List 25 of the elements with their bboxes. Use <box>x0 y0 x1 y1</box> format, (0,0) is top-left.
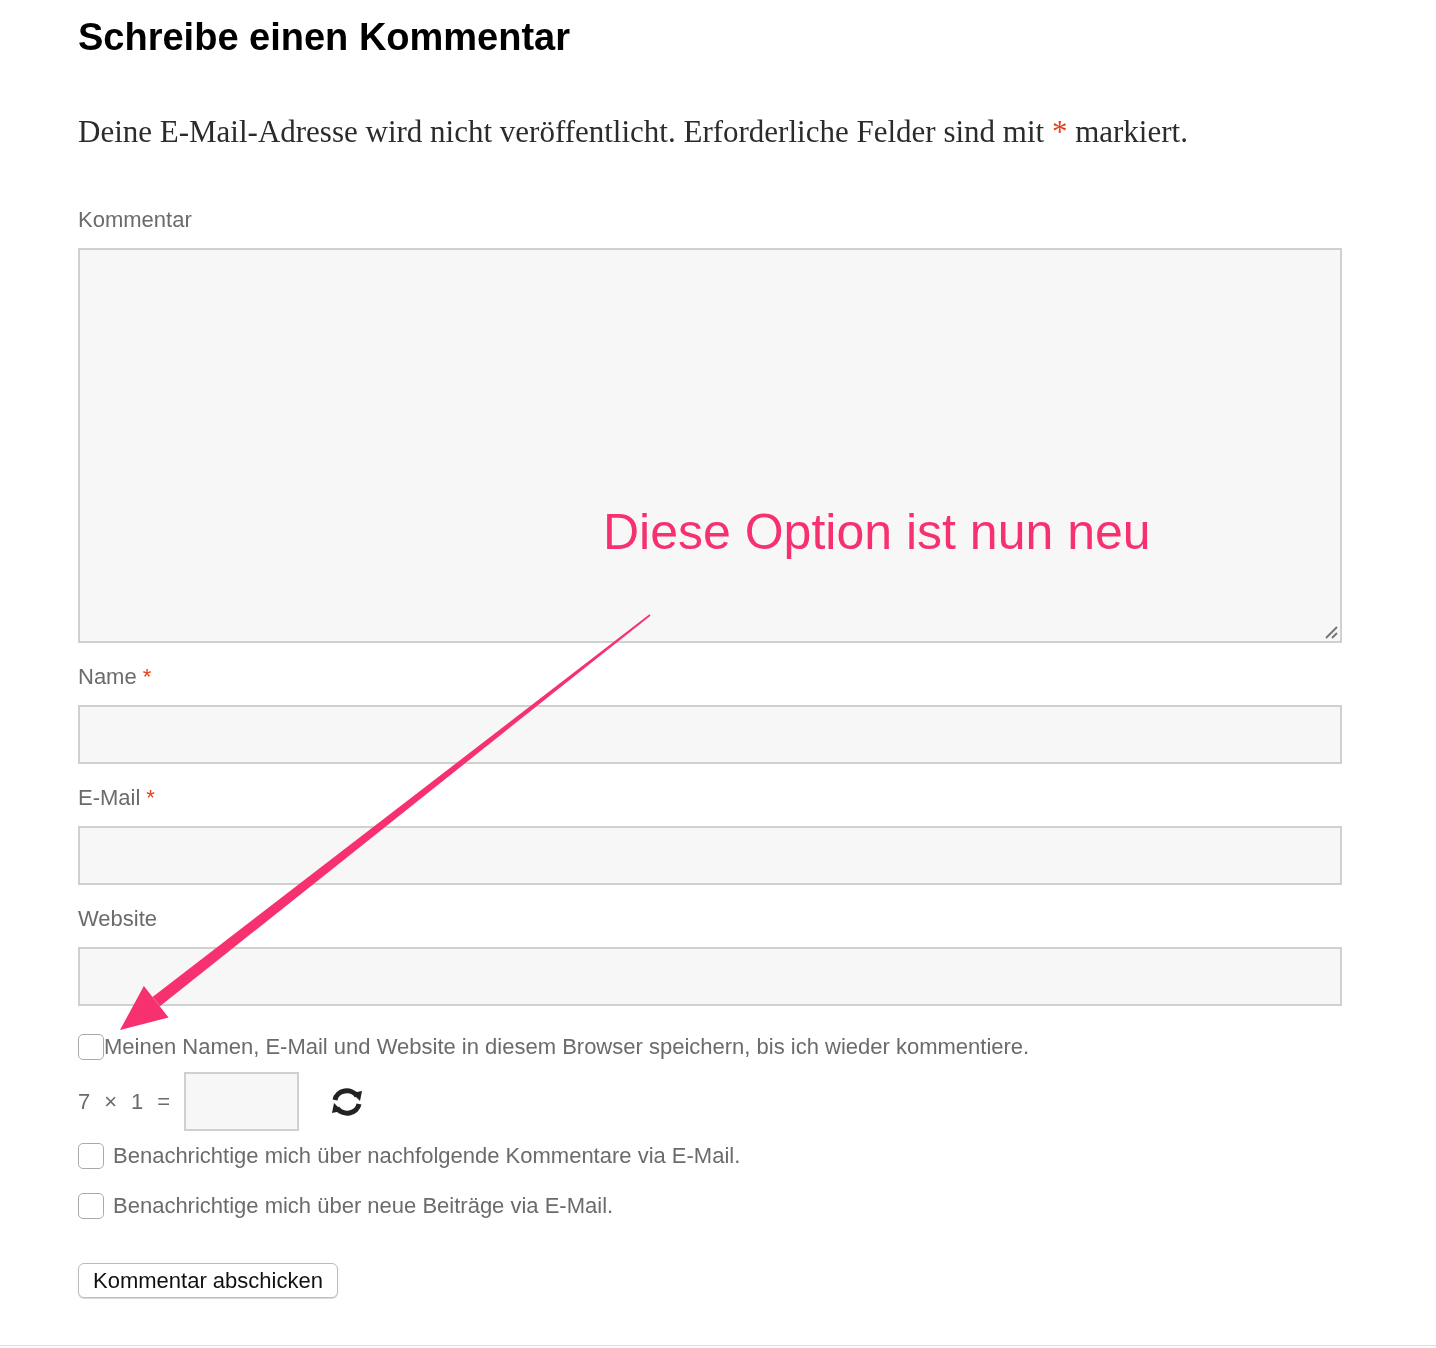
field-label: Kommentar <box>78 206 192 234</box>
checkbox[interactable] <box>78 1193 104 1219</box>
checkbox-label: Benachrichtige mich über neue Beiträge via E-Mail. <box>113 1193 614 1219</box>
field-label: E-Mail <box>78 784 141 812</box>
required-marker: * <box>146 784 155 812</box>
field-label: Website <box>78 905 158 933</box>
checkbox-label: Meinen Namen, E-Mail und Website in diesem Browser speichern, bis ich wieder kommentiere. <box>104 1034 1030 1060</box>
intro-text: Deine E-Mail-Adresse wird nicht veröffentlicht. Erforderliche Felder sind mit * markiert. <box>78 113 1189 151</box>
required-marker: * <box>142 663 152 691</box>
captcha-text: 7 <box>78 1088 91 1115</box>
resize-handle-icon[interactable] <box>1324 625 1338 639</box>
section-heading: Schreibe einen Kommentar <box>78 15 572 60</box>
input-field[interactable] <box>78 947 1342 1006</box>
captcha-input[interactable] <box>184 1072 300 1131</box>
checkbox-label: Benachrichtige mich über nachfolgende Kommentare via E-Mail. <box>113 1143 741 1169</box>
input-field[interactable] <box>78 826 1342 885</box>
checkbox[interactable] <box>78 1034 104 1060</box>
checkbox[interactable] <box>78 1143 104 1169</box>
annotation-text: Diese Option ist nun neu <box>603 503 1151 562</box>
input-field[interactable] <box>78 705 1342 764</box>
field-label: Name <box>78 663 137 691</box>
captcha-text: × <box>104 1088 118 1115</box>
submit-button[interactable]: Kommentar abschicken <box>78 1263 338 1298</box>
captcha-text: 1 <box>131 1088 144 1115</box>
captcha-text: = <box>157 1088 171 1115</box>
